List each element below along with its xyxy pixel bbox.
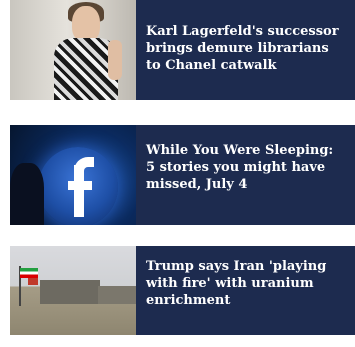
article-card[interactable]: While You Were Sleeping: 5 stories you m… bbox=[10, 125, 355, 225]
thumbnail-art bbox=[40, 280, 100, 304]
article-headline[interactable]: Karl Lagerfeld's successor brings demure… bbox=[136, 0, 355, 100]
article-thumbnail[interactable] bbox=[10, 0, 136, 100]
thumbnail-art bbox=[108, 40, 122, 80]
article-card[interactable]: Karl Lagerfeld's successor brings demure… bbox=[10, 0, 355, 100]
facebook-f-icon bbox=[68, 157, 94, 217]
article-card[interactable]: Trump says Iran 'playing with fire' with… bbox=[10, 246, 355, 335]
article-thumbnail[interactable] bbox=[10, 246, 136, 335]
iran-flag-icon bbox=[20, 268, 38, 278]
thumbnail-art bbox=[10, 163, 44, 225]
related-articles-list: Karl Lagerfeld's successor brings demure… bbox=[0, 0, 355, 347]
flag-icon bbox=[28, 278, 38, 285]
thumbnail-art bbox=[72, 6, 100, 42]
article-thumbnail[interactable] bbox=[10, 125, 136, 225]
article-headline[interactable]: Trump says Iran 'playing with fire' with… bbox=[136, 246, 355, 335]
article-headline[interactable]: While You Were Sleeping: 5 stories you m… bbox=[136, 125, 355, 225]
thumbnail-art bbox=[98, 286, 136, 304]
